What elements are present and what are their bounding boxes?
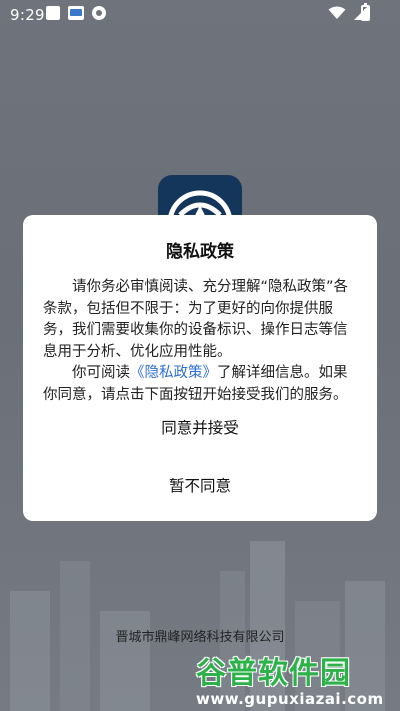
paragraph2-before: 你可阅读	[72, 365, 130, 381]
square-notification-icon	[46, 6, 60, 20]
privacy-policy-link[interactable]: 《隐私政策》	[130, 365, 217, 381]
watermark: 谷普软件园 www.gupuxiazai.com	[196, 648, 396, 708]
watermark-url: www.gupuxiazai.com	[196, 690, 384, 708]
accept-button[interactable]: 同意并接受	[23, 416, 377, 438]
status-bar: 9:29	[0, 0, 400, 30]
wifi-icon	[328, 6, 346, 19]
circle-app-icon	[92, 6, 106, 20]
dialog-body: 请你务必审慎阅读、充分理解“隐私政策”各条款，包括但不限于：为了更好的向你提供服…	[43, 277, 359, 406]
battery-icon	[361, 3, 370, 21]
company-name: 晋城市鼎峰网络科技有限公司	[115, 630, 285, 645]
status-time: 9:29	[10, 6, 45, 24]
privacy-dialog: 隐私政策 请你务必审慎阅读、充分理解“隐私政策”各条款，包括但不限于：为了更好的…	[23, 215, 377, 521]
status-left-icons	[46, 6, 106, 20]
decline-button[interactable]: 暂不同意	[23, 474, 377, 496]
dialog-title: 隐私政策	[166, 242, 234, 262]
policy-paragraph-2: 你可阅读《隐私政策》了解详细信息。如果你同意，请点击下面按钮开始接受我们的服务。	[43, 363, 359, 406]
policy-paragraph-1: 请你务必审慎阅读、充分理解“隐私政策”各条款，包括但不限于：为了更好的向你提供服…	[43, 279, 349, 360]
app-badge-icon	[68, 6, 84, 20]
watermark-title: 谷普软件园	[196, 656, 351, 691]
